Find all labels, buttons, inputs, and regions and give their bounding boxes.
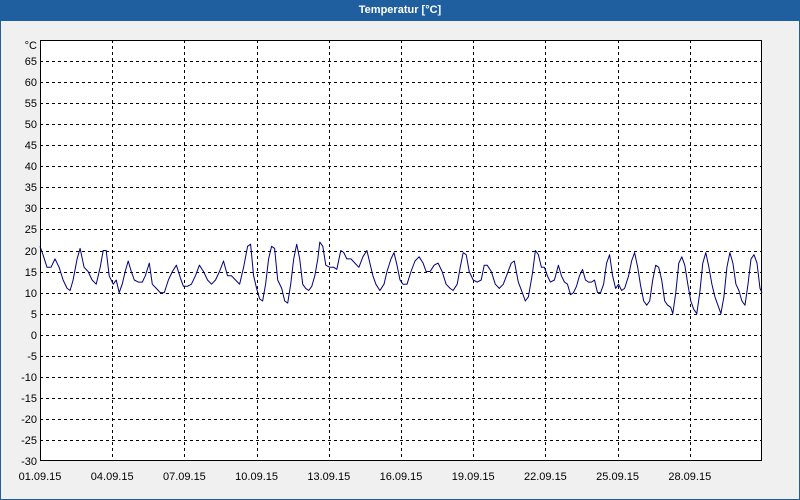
- y-tick-label: 30: [25, 203, 37, 215]
- y-tick-label: 45: [25, 140, 37, 152]
- y-tick-label: 0: [31, 330, 37, 342]
- x-tick-label: 10.09.15: [235, 471, 278, 483]
- temperature-chart: °C65605550454035302520151050-5-10-15-20-…: [19, 40, 763, 483]
- y-tick-label: 55: [25, 98, 37, 110]
- chart-title: Temperatur [°C]: [358, 4, 442, 16]
- y-tick-label: 65: [25, 56, 37, 68]
- y-tick-label: -25: [21, 435, 37, 447]
- x-tick-label: 16.09.15: [380, 471, 423, 483]
- x-tick-label: 25.09.15: [596, 471, 639, 483]
- chart-window: Temperatur [°C] °C 65 60 55 50 45 40 35 30 25 20 15…: [0, 0, 800, 500]
- y-tick-label: 20: [25, 246, 37, 258]
- x-tick-label: 22.09.15: [524, 471, 567, 483]
- y-tick-label: 15: [25, 267, 37, 279]
- y-tick-label: 35: [25, 182, 37, 194]
- x-tick-label: 13.09.15: [307, 471, 350, 483]
- y-unit-label: °C: [25, 40, 37, 52]
- y-tick-label: 5: [31, 309, 37, 321]
- x-tick-label: 01.09.15: [19, 471, 62, 483]
- y-tick-label: 50: [25, 119, 37, 131]
- x-tick-label: 19.09.15: [452, 471, 495, 483]
- y-tick-label: -10: [21, 372, 37, 384]
- x-tick-label: 07.09.15: [163, 471, 206, 483]
- y-tick-label: -30: [21, 456, 37, 468]
- y-tick-label: -20: [21, 414, 37, 426]
- y-tick-label: 10: [25, 288, 37, 300]
- y-tick-label: 40: [25, 161, 37, 173]
- title-bar: Temperatur [°C]: [0, 0, 800, 21]
- x-tick-label: 28.09.15: [668, 471, 711, 483]
- x-tick-label: 04.09.15: [91, 471, 134, 483]
- y-tick-label: -15: [21, 393, 37, 405]
- y-tick-label: -5: [27, 351, 37, 363]
- y-tick-label: 25: [25, 224, 37, 236]
- y-tick-label: 60: [25, 77, 37, 89]
